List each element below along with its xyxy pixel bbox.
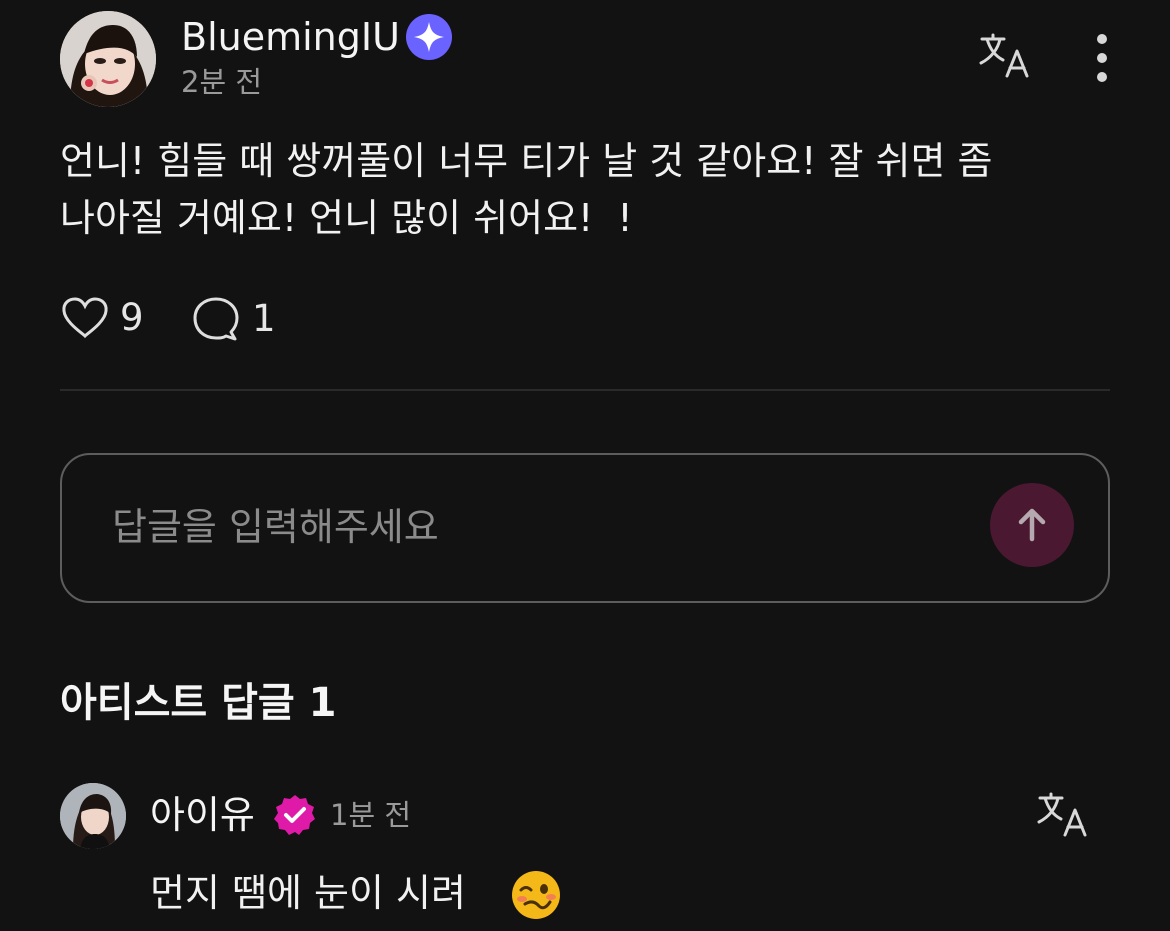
artist-replies-title: 아티스트 답글 1 bbox=[60, 680, 337, 726]
woozy-face-emoji-icon bbox=[512, 871, 560, 919]
like-button[interactable]: 9 bbox=[60, 296, 144, 340]
like-count: 9 bbox=[120, 296, 144, 339]
artist-reply-timestamp: 1분 전 bbox=[330, 798, 412, 832]
author-avatar[interactable] bbox=[60, 11, 156, 107]
arrow-up-icon bbox=[1018, 508, 1046, 542]
post-body: 언니! 힘들 때 쌍꺼풀이 너무 티가 날 것 같아요! 잘 쉬면 좀 나아질 … bbox=[60, 139, 993, 240]
pink-verified-check-badge-icon bbox=[274, 795, 315, 835]
comment-bubble-icon bbox=[193, 297, 239, 341]
reply-composer bbox=[60, 453, 1110, 603]
sparkle-verified-badge-icon bbox=[406, 14, 452, 60]
translate-icon[interactable] bbox=[1036, 790, 1088, 842]
reply-input[interactable] bbox=[112, 497, 972, 557]
more-options-icon[interactable] bbox=[1082, 30, 1122, 86]
artist-name[interactable]: 아이유 bbox=[150, 792, 255, 838]
send-reply-button[interactable] bbox=[990, 483, 1074, 567]
comment-button[interactable]: 1 bbox=[192, 296, 276, 342]
post-author-name[interactable]: BluemingIU bbox=[181, 14, 400, 60]
artist-avatar-photo bbox=[60, 783, 126, 849]
post-timestamp: 2분 전 bbox=[181, 65, 263, 99]
section-divider bbox=[60, 389, 1110, 391]
avatar-photo bbox=[60, 11, 156, 107]
heart-icon bbox=[62, 297, 108, 339]
translate-icon[interactable] bbox=[978, 31, 1030, 83]
artist-avatar[interactable] bbox=[60, 783, 126, 849]
artist-reply-text: 먼지 땜에 눈이 시려 bbox=[150, 871, 466, 915]
comment-count: 1 bbox=[252, 297, 276, 340]
